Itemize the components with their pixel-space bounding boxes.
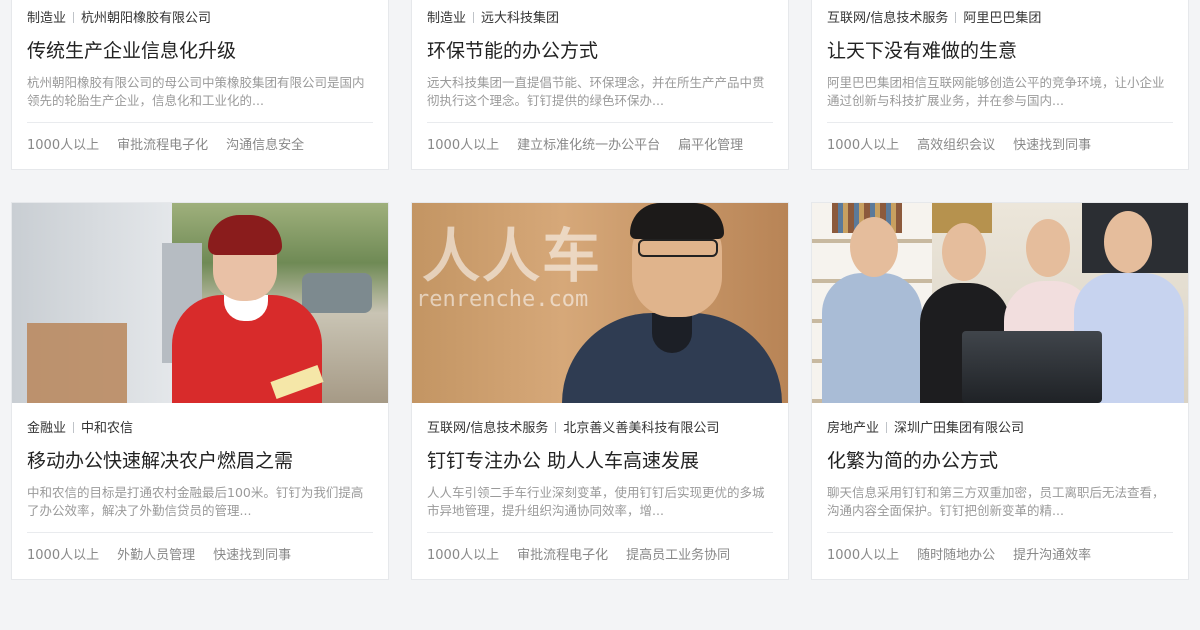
- card-body: 房地产业 深圳广田集团有限公司 化繁为简的办公方式 聊天信息采用钉钉和第三方双重加…: [812, 403, 1188, 567]
- card-meta: 互联网/信息技术服务 阿里巴巴集团: [827, 9, 1173, 29]
- card-description: 阿里巴巴集团相信互联网能够创造公平的竞争环境，让小企业通过创新与科技扩展业务，并…: [827, 75, 1165, 108]
- card-meta: 互联网/信息技术服务 北京善义善美科技有限公司: [427, 419, 773, 439]
- photo-person-2-head: [942, 223, 986, 281]
- meta-divider: [73, 422, 75, 433]
- card-divider: [27, 532, 373, 533]
- card-title[interactable]: 化繁为简的办公方式: [827, 448, 1173, 474]
- feature-tag[interactable]: 外勤人员管理: [117, 548, 195, 563]
- card-tags: 1000人以上 外勤人员管理 快速找到同事: [27, 545, 373, 567]
- card-description: 中和农信的目标是打通农村金融最后100米。钉钉为我们提高了办公效率，解决了外勤信…: [27, 485, 364, 518]
- case-photo[interactable]: 人人车 renrenche.com: [412, 203, 788, 403]
- card-description: 远大科技集团一直提倡节能、环保理念，并在所生产产品中贯彻执行这个理念。钉钉提供的…: [427, 75, 765, 108]
- feature-tag[interactable]: 快速找到同事: [213, 548, 291, 563]
- case-card-cfpa-microfinance[interactable]: 金融业 中和农信 移动办公快速解决农户燃眉之需 中和农信的目标是打通农村金融最后1…: [11, 202, 389, 580]
- feature-tag[interactable]: 审批流程电子化: [117, 138, 208, 153]
- card-title[interactable]: 让天下没有难做的生意: [827, 38, 1173, 64]
- case-card-broad-group[interactable]: 制造业 远大科技集团 环保节能的办公方式 远大科技集团一直提倡节能、环保理念，并在…: [411, 0, 789, 170]
- company-name: 北京善义善美科技有限公司: [563, 421, 720, 436]
- card-meta: 金融业 中和农信: [27, 419, 373, 439]
- card-body: 制造业 远大科技集团 环保节能的办公方式 远大科技集团一直提倡节能、环保理念，并在…: [412, 0, 788, 157]
- company-size-tag: 1000人以上: [827, 548, 900, 563]
- photo-brand-logo-text: 人人车: [422, 222, 603, 290]
- card-meta: 房地产业 深圳广田集团有限公司: [827, 419, 1173, 439]
- feature-tag[interactable]: 建立标准化统一办公平台: [517, 138, 660, 153]
- feature-tag[interactable]: 快速找到同事: [1013, 138, 1091, 153]
- feature-tag[interactable]: 审批流程电子化: [517, 548, 608, 563]
- card-title[interactable]: 移动办公快速解决农户燃眉之需: [27, 448, 373, 474]
- card-meta: 制造业 远大科技集团: [427, 9, 773, 29]
- meta-divider: [886, 422, 888, 433]
- feature-tag[interactable]: 随时随地办公: [917, 548, 995, 563]
- company-size-tag: 1000人以上: [427, 548, 500, 563]
- feature-tag[interactable]: 提升沟通效率: [1013, 548, 1091, 563]
- photo-person-4-head: [1104, 211, 1152, 273]
- photo-boxes: [27, 323, 127, 403]
- case-card-alibaba[interactable]: 互联网/信息技术服务 阿里巴巴集团 让天下没有难做的生意 阿里巴巴集团相信互联网能…: [811, 0, 1189, 170]
- industry-label: 制造业: [427, 11, 467, 26]
- meta-divider: [73, 12, 75, 23]
- feature-tag[interactable]: 扁平化管理: [678, 138, 743, 153]
- meta-divider: [473, 12, 475, 23]
- photo-person-1-head: [850, 217, 898, 277]
- card-description: 杭州朝阳橡胶有限公司的母公司中策橡胶集团有限公司是国内领先的轮胎生产企业，信息化…: [27, 75, 365, 108]
- photo-hair: [630, 203, 724, 239]
- card-divider: [27, 122, 373, 123]
- case-card-chaoyang-rubber[interactable]: 制造业 杭州朝阳橡胶有限公司 传统生产企业信息化升级 杭州朝阳橡胶有限公司的母公司…: [11, 0, 389, 170]
- photo-person-3-head: [1026, 219, 1070, 277]
- card-tags: 1000人以上 审批流程电子化 提高员工业务协同: [427, 545, 773, 567]
- card-tags: 1000人以上 高效组织会议 快速找到同事: [827, 135, 1173, 157]
- photo-brand-url-text: renrenche.com: [416, 287, 589, 312]
- company-size-tag: 1000人以上: [827, 138, 900, 153]
- card-description: 聊天信息采用钉钉和第三方双重加密，员工离职后无法查看，沟通内容全面保护。钉钉把创…: [827, 485, 1165, 518]
- card-description: 人人车引领二手车行业深刻变革，使用钉钉后实现更优的多城市异地管理，提升组织沟通协…: [427, 485, 765, 518]
- card-title[interactable]: 传统生产企业信息化升级: [27, 38, 373, 64]
- case-photo[interactable]: [812, 203, 1188, 403]
- card-meta: 制造业 杭州朝阳橡胶有限公司: [27, 9, 373, 29]
- case-card-gtdc[interactable]: 房地产业 深圳广田集团有限公司 化繁为简的办公方式 聊天信息采用钉钉和第三方双重加…: [811, 202, 1189, 580]
- card-tags: 1000人以上 审批流程电子化 沟通信息安全: [27, 135, 373, 157]
- photo-glasses: [638, 239, 718, 257]
- company-name: 阿里巴巴集团: [963, 11, 1042, 26]
- company-name: 杭州朝阳橡胶有限公司: [81, 11, 212, 26]
- case-study-grid: 制造业 杭州朝阳橡胶有限公司 传统生产企业信息化升级 杭州朝阳橡胶有限公司的母公司…: [0, 0, 1200, 630]
- card-body: 互联网/信息技术服务 北京善义善美科技有限公司 钉钉专注办公 助人人车高速发展 人…: [412, 403, 788, 567]
- photo-person-1: [822, 273, 922, 403]
- card-title[interactable]: 环保节能的办公方式: [427, 38, 773, 64]
- industry-label: 互联网/信息技术服务: [427, 421, 549, 436]
- card-divider: [427, 122, 773, 123]
- card-body: 金融业 中和农信 移动办公快速解决农户燃眉之需 中和农信的目标是打通农村金融最后1…: [12, 403, 388, 567]
- meta-divider: [955, 12, 957, 23]
- case-photo[interactable]: [12, 203, 388, 403]
- card-body: 制造业 杭州朝阳橡胶有限公司 传统生产企业信息化升级 杭州朝阳橡胶有限公司的母公司…: [12, 0, 388, 157]
- company-name: 深圳广田集团有限公司: [894, 421, 1025, 436]
- case-card-renrenche[interactable]: 人人车 renrenche.com 互联网/信息技术服务 北京善义善美科技有限公司…: [411, 202, 789, 580]
- feature-tag[interactable]: 提高员工业务协同: [626, 548, 730, 563]
- company-name: 远大科技集团: [481, 11, 560, 26]
- industry-label: 金融业: [27, 421, 67, 436]
- feature-tag[interactable]: 沟通信息安全: [226, 138, 304, 153]
- card-tags: 1000人以上 建立标准化统一办公平台 扁平化管理: [427, 135, 773, 157]
- meta-divider: [555, 422, 557, 433]
- card-tags: 1000人以上 随时随地办公 提升沟通效率: [827, 545, 1173, 567]
- card-title[interactable]: 钉钉专注办公 助人人车高速发展: [427, 448, 773, 474]
- feature-tag[interactable]: 高效组织会议: [917, 138, 995, 153]
- card-divider: [827, 532, 1173, 533]
- photo-laptop: [962, 331, 1102, 403]
- card-body: 互联网/信息技术服务 阿里巴巴集团 让天下没有难做的生意 阿里巴巴集团相信互联网能…: [812, 0, 1188, 157]
- photo-tshirt: [652, 313, 692, 353]
- card-divider: [827, 122, 1173, 123]
- company-name: 中和农信: [81, 421, 134, 436]
- card-divider: [427, 532, 773, 533]
- photo-car: [302, 273, 372, 313]
- company-size-tag: 1000人以上: [27, 138, 100, 153]
- industry-label: 互联网/信息技术服务: [827, 11, 949, 26]
- industry-label: 制造业: [27, 11, 67, 26]
- company-size-tag: 1000人以上: [427, 138, 500, 153]
- company-size-tag: 1000人以上: [27, 548, 100, 563]
- industry-label: 房地产业: [827, 421, 880, 436]
